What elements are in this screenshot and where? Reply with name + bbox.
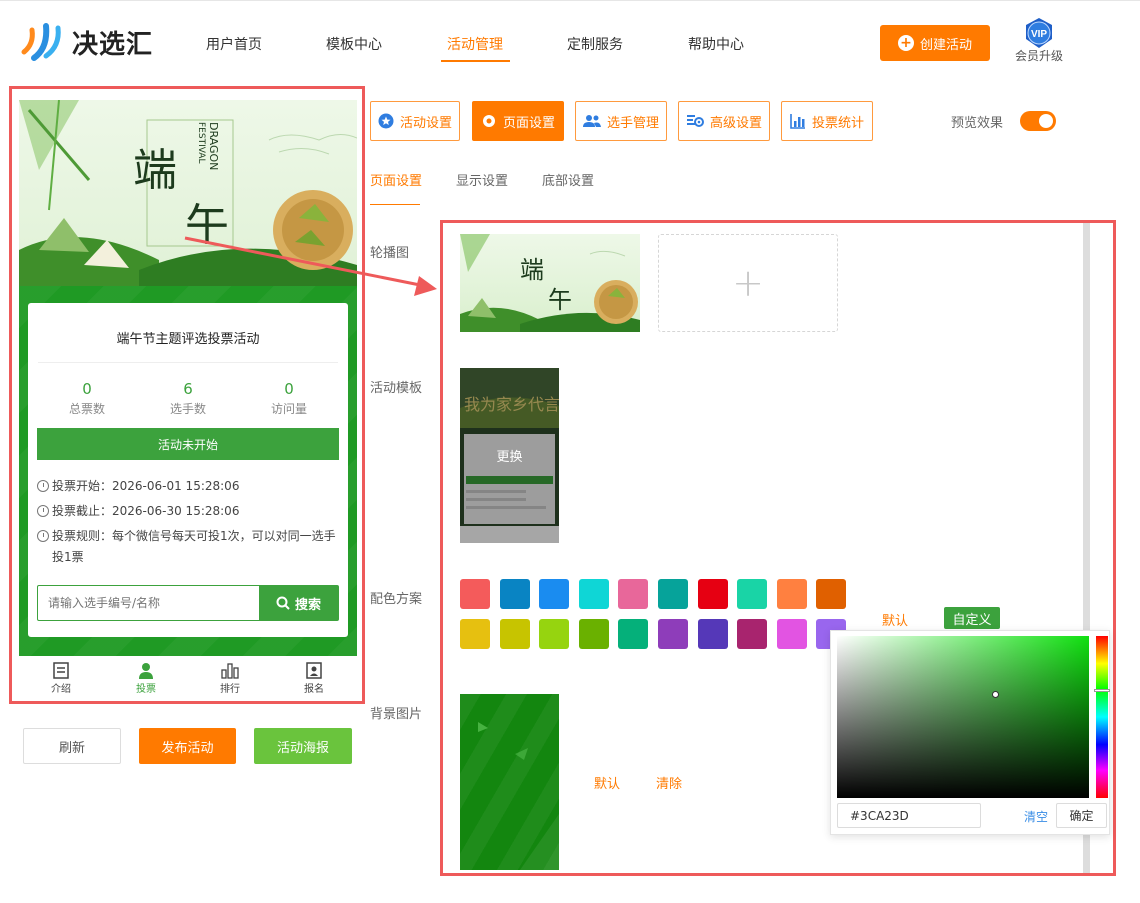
section-label-color: 配色方案 bbox=[370, 592, 423, 607]
create-activity-label: 创建活动 bbox=[919, 37, 972, 53]
nav-home[interactable]: 用户首页 bbox=[206, 34, 262, 54]
nav-active-underline bbox=[441, 60, 510, 62]
tab-label: 选手管理 bbox=[606, 115, 659, 131]
color-picker-hue-slider[interactable] bbox=[1096, 636, 1108, 798]
color-picker-cursor[interactable] bbox=[992, 691, 999, 698]
toggle-knob bbox=[1039, 114, 1053, 128]
tab-label: 投票统计 bbox=[811, 115, 864, 131]
logo-text: 决选汇 bbox=[72, 29, 154, 60]
star-icon bbox=[378, 113, 394, 129]
tab-vote-statistics[interactable]: 投票统计 bbox=[781, 101, 873, 141]
hue-slider-thumb[interactable] bbox=[1094, 689, 1110, 692]
color-hex-input[interactable]: #3CA23D bbox=[837, 803, 981, 828]
create-activity-button[interactable]: + 创建活动 bbox=[880, 25, 990, 61]
section-label-background: 背景图片 bbox=[370, 707, 423, 722]
advanced-settings-icon bbox=[686, 115, 704, 127]
preview-effect-toggle[interactable] bbox=[1020, 111, 1056, 131]
preview-highlight-frame bbox=[9, 86, 365, 704]
nav-templates[interactable]: 模板中心 bbox=[326, 34, 382, 54]
tab-page-settings[interactable]: 页面设置 bbox=[472, 101, 564, 141]
color-picker-confirm-button[interactable]: 确定 bbox=[1056, 803, 1107, 828]
tab-label: 高级设置 bbox=[709, 115, 762, 131]
tab-contestant-management[interactable]: 选手管理 bbox=[575, 101, 667, 141]
section-label-template: 活动模板 bbox=[370, 381, 423, 396]
refresh-button[interactable]: 刷新 bbox=[23, 728, 121, 764]
svg-text:VIP: VIP bbox=[1031, 29, 1047, 40]
subtab-footer-settings[interactable]: 底部设置 bbox=[542, 170, 594, 189]
bar-chart-icon bbox=[790, 114, 805, 129]
nav-help[interactable]: 帮助中心 bbox=[688, 34, 744, 54]
tab-activity-settings[interactable]: 活动设置 bbox=[370, 101, 460, 141]
plus-circle-icon: + bbox=[897, 35, 914, 51]
nav-activity-management[interactable]: 活动管理 bbox=[447, 34, 503, 54]
nav-custom-service[interactable]: 定制服务 bbox=[567, 34, 623, 54]
color-picker-clear-button[interactable]: 清空 bbox=[1024, 808, 1048, 825]
poster-button[interactable]: 活动海报 bbox=[254, 728, 352, 764]
publish-button[interactable]: 发布活动 bbox=[139, 728, 236, 764]
tab-advanced-settings[interactable]: 高级设置 bbox=[678, 101, 770, 141]
top-divider bbox=[0, 0, 1140, 1]
section-label-carousel: 轮播图 bbox=[370, 246, 410, 261]
tab-label: 页面设置 bbox=[502, 115, 555, 131]
subtab-underline bbox=[370, 204, 420, 205]
subtab-page-settings[interactable]: 页面设置 bbox=[370, 170, 422, 189]
vip-badge-icon: VIP bbox=[1023, 17, 1055, 49]
vip-label: 会员升级 bbox=[1014, 49, 1063, 63]
color-picker-saturation[interactable] bbox=[837, 636, 1089, 798]
logo[interactable]: 决选汇 bbox=[20, 22, 153, 62]
preview-effect-label: 预览效果 bbox=[951, 116, 1004, 131]
subtab-display-settings[interactable]: 显示设置 bbox=[456, 170, 508, 189]
tab-label: 活动设置 bbox=[399, 115, 452, 131]
logo-mark-icon bbox=[20, 22, 64, 62]
users-icon bbox=[582, 115, 601, 127]
vip-upgrade[interactable]: VIP 会员升级 bbox=[1012, 17, 1066, 64]
gear-icon bbox=[482, 115, 495, 127]
